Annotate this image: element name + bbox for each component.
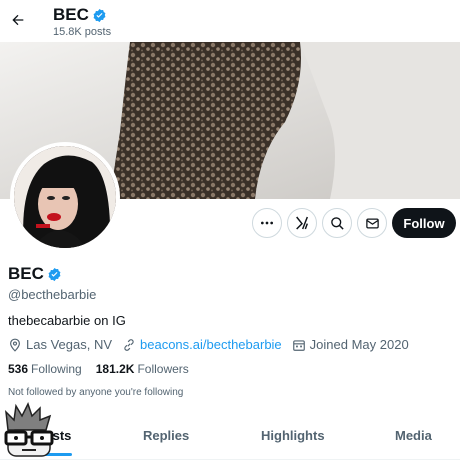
followers-count: 181.2K <box>95 362 135 376</box>
profile-meta: Las Vegas, NV beacons.ai/becthebarbie Jo… <box>8 337 419 352</box>
profile-tabs: Posts Replies Highlights Media <box>0 418 460 460</box>
verified-badge-icon[interactable] <box>47 267 62 282</box>
following-count: 536 <box>8 362 29 376</box>
back-button[interactable] <box>8 10 28 30</box>
calendar-icon <box>292 339 305 351</box>
tab-replies[interactable]: Replies <box>143 428 189 443</box>
search-button[interactable] <box>322 208 352 238</box>
following-label: Following <box>31 362 82 376</box>
top-bar: BEC 15.8K posts <box>0 0 460 42</box>
verified-badge-icon <box>93 8 106 22</box>
message-button[interactable] <box>357 208 387 238</box>
following-stat[interactable]: 536 Following <box>8 362 82 376</box>
tab-media[interactable]: Media <box>395 428 432 443</box>
joined-text: Joined May 2020 <box>309 337 409 352</box>
profile-stats: 536 Following 181.2K Followers <box>8 362 189 376</box>
mail-icon <box>365 218 379 228</box>
profile-name-row: BEC <box>8 264 62 284</box>
header-name: BEC <box>53 5 89 24</box>
joined-item: Joined May 2020 <box>292 337 409 352</box>
grok-button[interactable] <box>287 208 317 238</box>
website-link[interactable]: beacons.ai/becthebarbie <box>140 337 282 352</box>
profile-avatar[interactable] <box>10 142 120 252</box>
follow-button[interactable]: Follow <box>392 208 456 238</box>
link-icon <box>124 338 134 351</box>
header-posts-count: 15.8K posts <box>53 26 112 38</box>
website-item[interactable]: beacons.ai/becthebarbie <box>122 337 282 352</box>
location-text: Las Vegas, NV <box>26 337 112 352</box>
header-name-row: BEC <box>53 5 107 25</box>
search-icon <box>330 216 344 230</box>
back-arrow-icon <box>12 14 24 26</box>
followers-stat[interactable]: 181.2K Followers <box>96 362 189 376</box>
profile-handle: @becthebarbie <box>8 287 97 302</box>
not-followed-note: Not followed by anyone you're following <box>8 387 184 398</box>
profile-bio: thebecabarbie on IG <box>8 313 126 328</box>
more-icon <box>261 221 273 225</box>
profile-name: BEC <box>8 264 44 283</box>
avatar-image <box>14 146 116 248</box>
more-button[interactable] <box>252 208 282 238</box>
followers-label: Followers <box>137 362 189 376</box>
grok-icon <box>296 216 309 230</box>
location-pin-icon <box>10 338 20 352</box>
tab-highlights[interactable]: Highlights <box>261 428 325 443</box>
glasses-mascot-icon <box>4 402 54 457</box>
location-item: Las Vegas, NV <box>8 337 112 352</box>
